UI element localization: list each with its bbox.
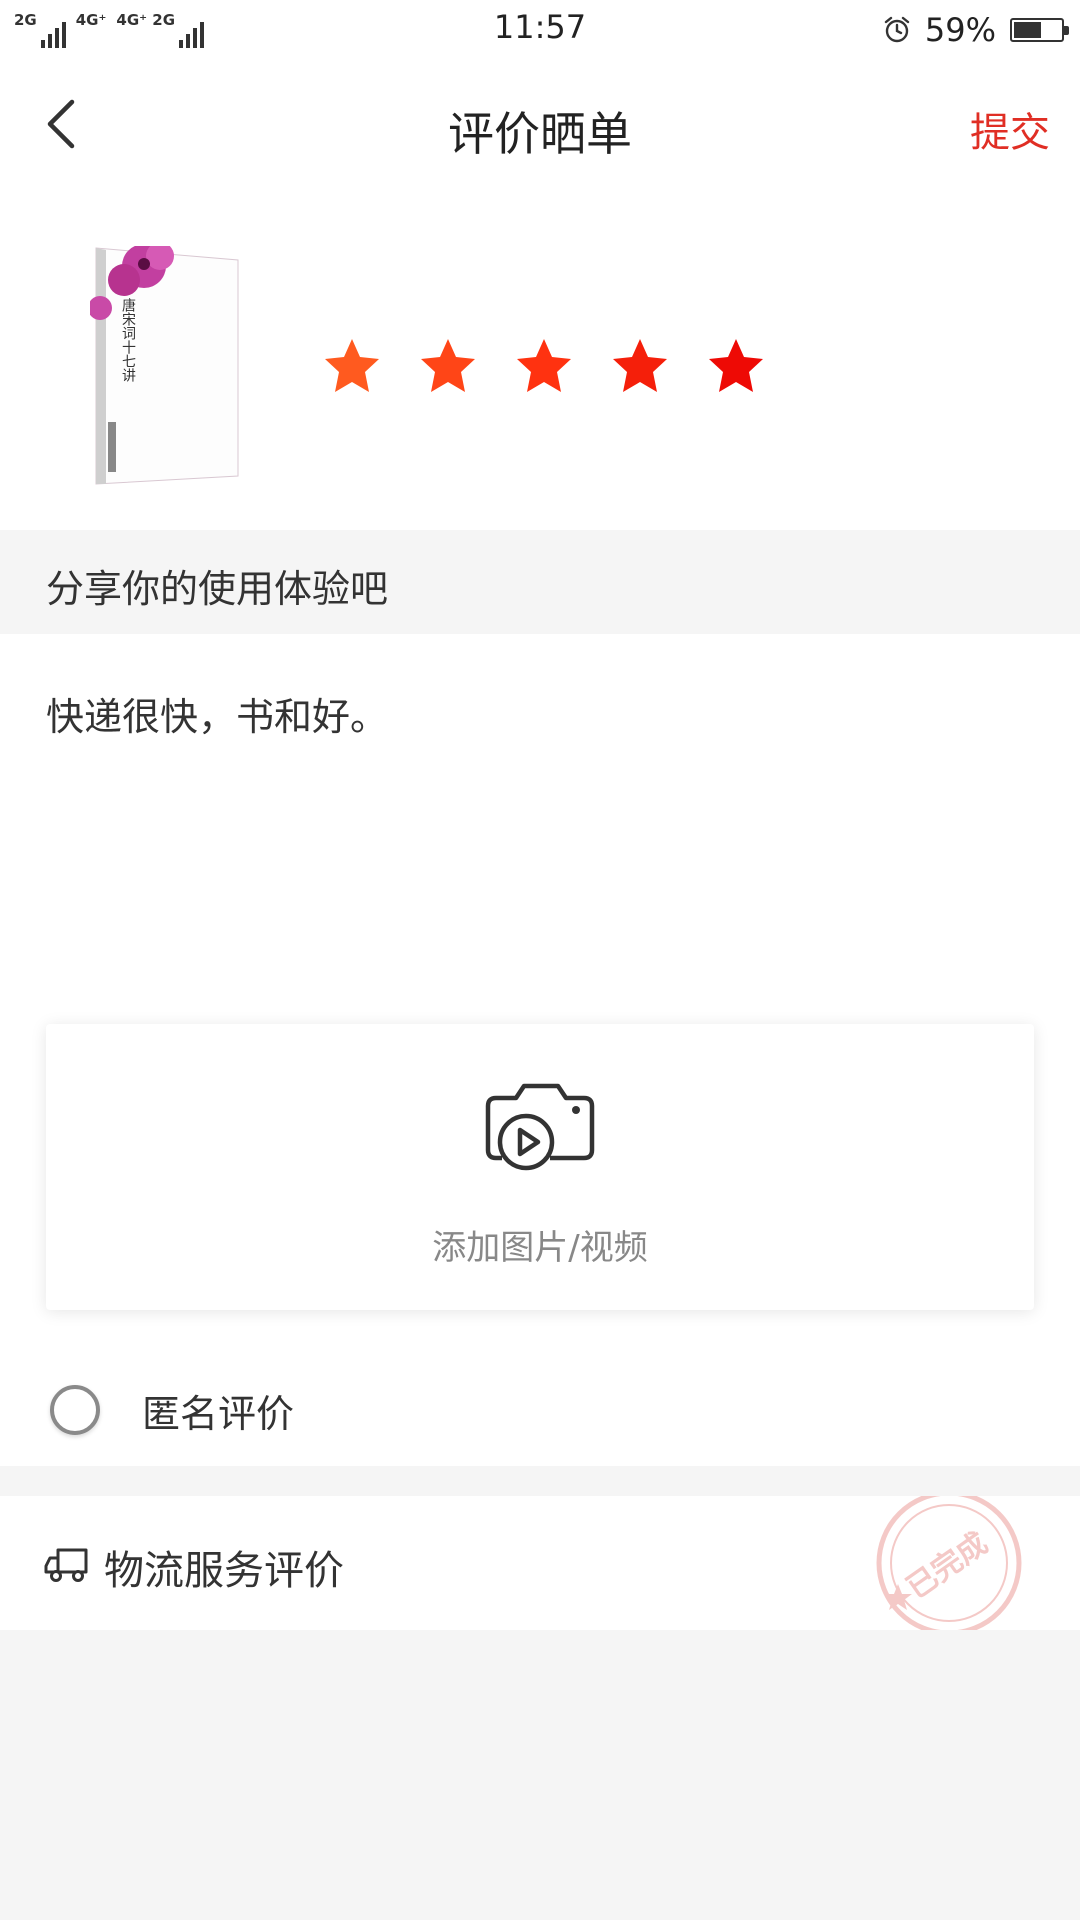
submit-button[interactable]: 提交 [970,100,1050,158]
anonymous-radio[interactable] [50,1385,100,1435]
star-rating[interactable] [322,336,766,396]
review-textarea[interactable]: 快递很快，书和好。 [46,686,388,741]
alarm-icon [884,16,910,43]
add-media-label: 添加图片/视频 [432,1228,648,1268]
anonymous-label: 匿名评价 [142,1391,295,1436]
delivery-truck-icon [44,1548,88,1582]
stamp-text: 已完成 [901,1526,995,1606]
product-rating-section: 唐宋词十七讲 [0,198,1080,530]
battery-percent: 59% [924,11,996,49]
status-bar: 2G 4G⁺ 4G⁺ 2G 11:57 59% [0,0,1080,58]
rating-star-icon[interactable] [514,336,574,396]
logistics-label: 物流服务评价 [104,1548,344,1594]
rating-star-icon[interactable] [706,336,766,396]
battery-icon [1010,18,1069,42]
review-section: 快递很快，书和好。 添加图片/视频 匿名评价 [0,634,1080,1466]
camera-video-icon [485,1083,595,1171]
anonymous-option[interactable]: 匿名评价 [50,1380,294,1440]
review-prompt-bar: 分享你的使用体验吧 [0,530,1080,634]
completed-stamp: 已完成 [876,1496,1022,1630]
status-right: 59% [883,8,1069,52]
logistics-rating-row[interactable]: 物流服务评价 已完成 [0,1496,1080,1630]
page-header: 评价晒单 提交 [0,58,1080,198]
product-thumbnail: 唐宋词十七讲 [90,246,239,485]
battery-fill [1014,22,1041,38]
page-title: 评价晒单 [448,107,632,161]
rating-star-icon[interactable] [418,336,478,396]
book-cover-title: 唐宋词十七讲 [120,297,136,382]
rating-star-icon[interactable] [610,336,670,396]
add-media-button[interactable]: 添加图片/视频 [46,1024,1034,1310]
rating-star-icon[interactable] [322,336,382,396]
review-prompt: 分享你的使用体验吧 [46,567,389,611]
